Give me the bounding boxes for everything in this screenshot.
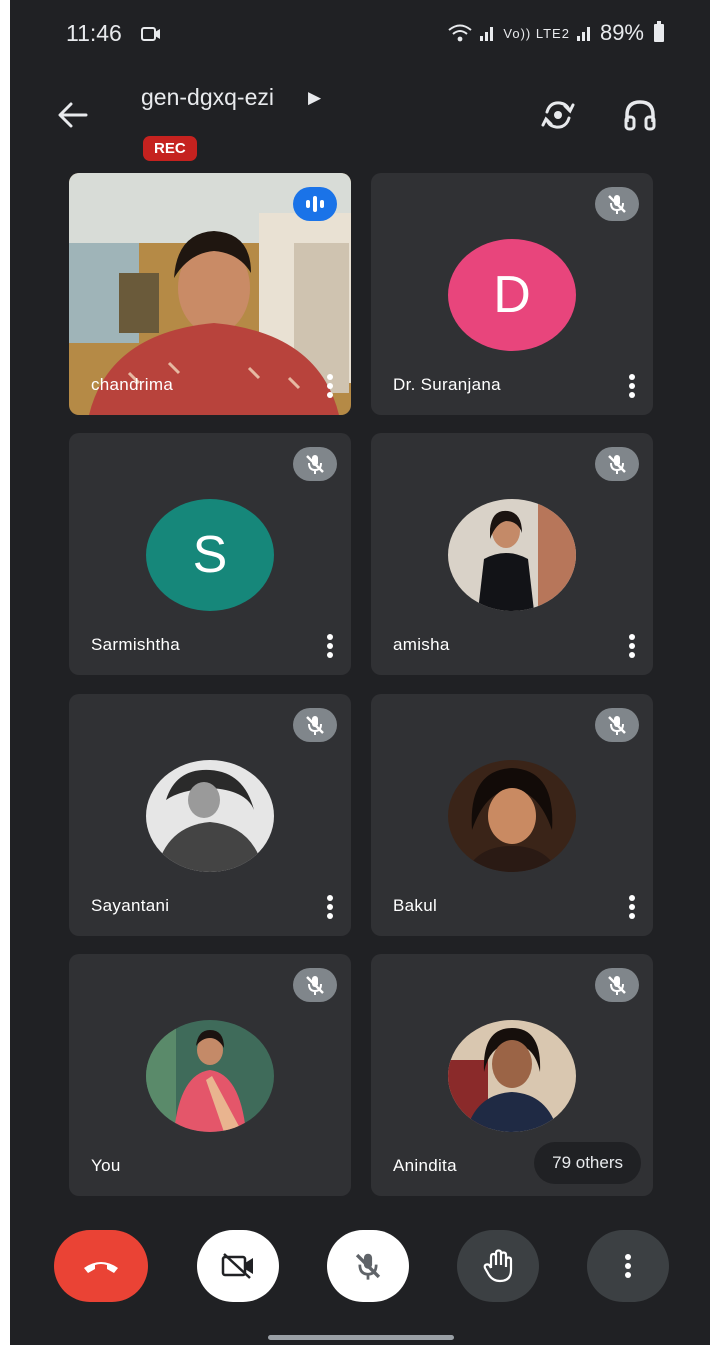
more-options-button[interactable] <box>587 1230 669 1302</box>
more-vert-icon[interactable] <box>625 373 639 399</box>
muted-indicator <box>595 447 639 481</box>
participant-name: Anindita <box>393 1156 457 1175</box>
participant-tile-anindita[interactable]: Anindita 79 others <box>371 954 653 1196</box>
home-indicator[interactable] <box>268 1335 454 1340</box>
avatar <box>146 760 274 872</box>
participant-tile-you[interactable]: You <box>69 954 351 1196</box>
avatar <box>448 760 576 872</box>
caret-right-icon[interactable]: ▶ <box>308 88 321 108</box>
mic-off-icon <box>608 976 626 995</box>
avatar <box>448 1020 576 1132</box>
muted-indicator <box>595 708 639 742</box>
participant-tile-dr-suranjana[interactable]: D Dr. Suranjana <box>371 173 653 415</box>
raise-hand-button[interactable] <box>457 1230 539 1302</box>
rec-badge: REC <box>143 136 197 161</box>
status-bar: 11:46 Vo)) LTE2 89% <box>10 0 710 62</box>
wifi-icon <box>448 24 473 42</box>
more-vert-icon[interactable] <box>323 373 337 399</box>
participant-name: Sarmishtha <box>91 635 180 654</box>
muted-indicator <box>293 708 337 742</box>
participant-name: You <box>91 1156 121 1175</box>
participant-tile-bakul[interactable]: Bakul <box>371 694 653 936</box>
participant-name: Sayantani <box>91 896 170 915</box>
camera-off-icon <box>221 1253 253 1279</box>
participant-tile-sayantani[interactable]: Sayantani <box>69 694 351 936</box>
mic-off-icon <box>306 976 324 995</box>
avatar: D <box>448 239 576 351</box>
camera-toggle-button[interactable] <box>197 1230 279 1302</box>
network-label: Vo)) LTE2 <box>503 25 570 41</box>
signal-icon <box>480 27 494 41</box>
mic-off-icon <box>306 716 324 735</box>
mic-off-icon <box>608 455 626 474</box>
more-vert-icon[interactable] <box>323 633 337 659</box>
participant-tile-chandrima[interactable]: chandrima <box>69 173 351 415</box>
avatar <box>448 499 576 611</box>
raise-hand-icon <box>483 1249 513 1283</box>
muted-indicator <box>293 968 337 1002</box>
end-call-button[interactable] <box>54 1230 148 1302</box>
mic-off-icon <box>608 716 626 735</box>
meeting-code[interactable]: gen-dgxq-ezi <box>141 84 274 111</box>
status-time: 11:46 <box>66 20 122 46</box>
mic-off-icon <box>355 1253 381 1280</box>
status-right: Vo)) LTE2 89% <box>447 20 664 46</box>
speaking-indicator <box>293 187 337 221</box>
back-arrow-icon[interactable] <box>56 98 90 132</box>
signal-icon <box>576 27 590 41</box>
participant-tile-amisha[interactable]: amisha <box>371 433 653 675</box>
participant-name: chandrima <box>91 375 174 394</box>
headphones-icon[interactable] <box>620 95 660 135</box>
battery-percent: 89% <box>599 20 644 45</box>
participant-name: amisha <box>393 635 450 654</box>
more-vert-icon[interactable] <box>323 894 337 920</box>
meet-screen: 11:46 Vo)) LTE2 89% gen-dgxq-ezi ▶ REC c… <box>10 0 710 1345</box>
participant-name: Bakul <box>393 896 438 915</box>
mic-off-icon <box>306 455 324 474</box>
others-count-button[interactable]: 79 others <box>534 1142 641 1184</box>
audio-level-icon <box>306 196 324 212</box>
muted-indicator <box>595 187 639 221</box>
battery-icon <box>654 21 664 42</box>
avatar: S <box>146 499 274 611</box>
muted-indicator <box>293 447 337 481</box>
mic-off-icon <box>608 195 626 214</box>
participant-name: Dr. Suranjana <box>393 375 501 394</box>
avatar <box>146 1020 274 1132</box>
call-end-icon <box>84 1262 118 1273</box>
screen-record-icon <box>141 27 160 41</box>
participant-tile-sarmishtha[interactable]: S Sarmishtha <box>69 433 351 675</box>
mic-toggle-button[interactable] <box>327 1230 409 1302</box>
muted-indicator <box>595 968 639 1002</box>
more-vert-icon <box>625 1254 631 1278</box>
switch-camera-icon[interactable] <box>538 95 578 135</box>
more-vert-icon[interactable] <box>625 894 639 920</box>
more-vert-icon[interactable] <box>625 633 639 659</box>
